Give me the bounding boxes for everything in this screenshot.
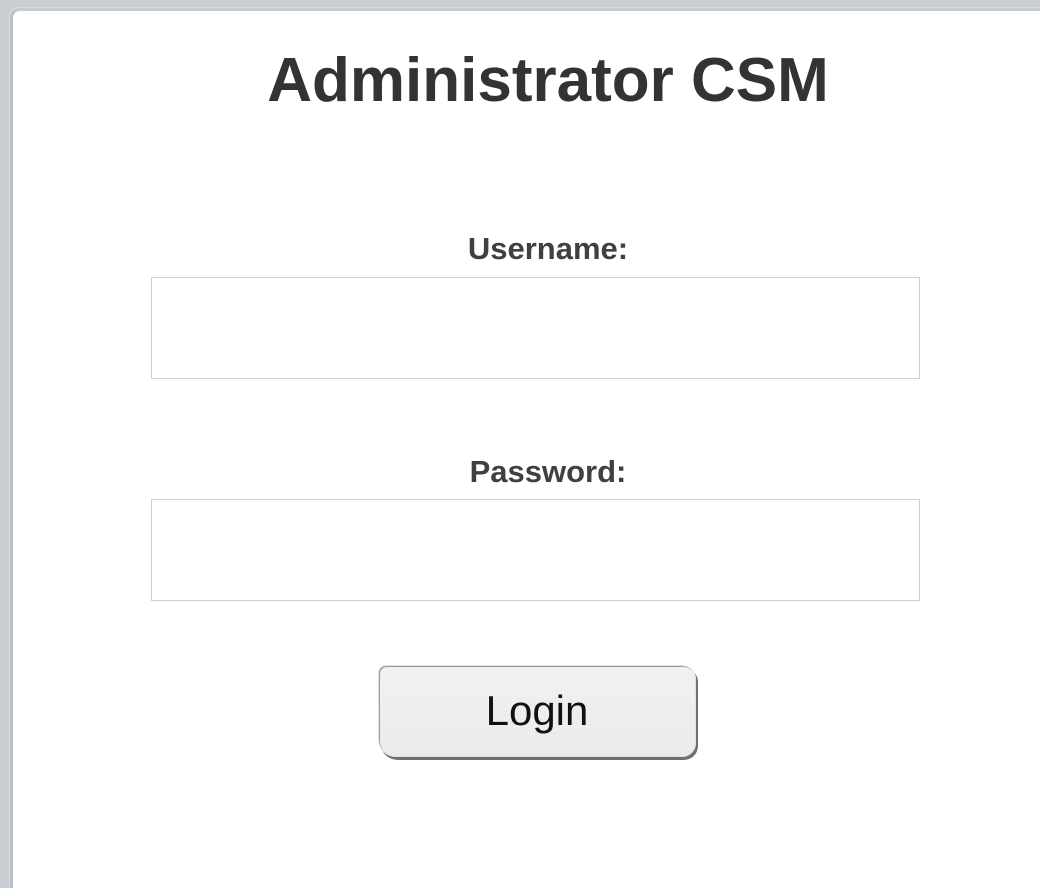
login-button[interactable]: Login: [378, 665, 696, 757]
password-label: Password:: [469, 454, 627, 489]
login-panel: Administrator CSM Username: Password: Lo…: [10, 8, 1040, 888]
username-label: Username:: [467, 231, 629, 266]
page-title: Administrator CSM: [267, 46, 829, 115]
password-field[interactable]: [151, 499, 920, 601]
username-field[interactable]: [151, 277, 920, 379]
